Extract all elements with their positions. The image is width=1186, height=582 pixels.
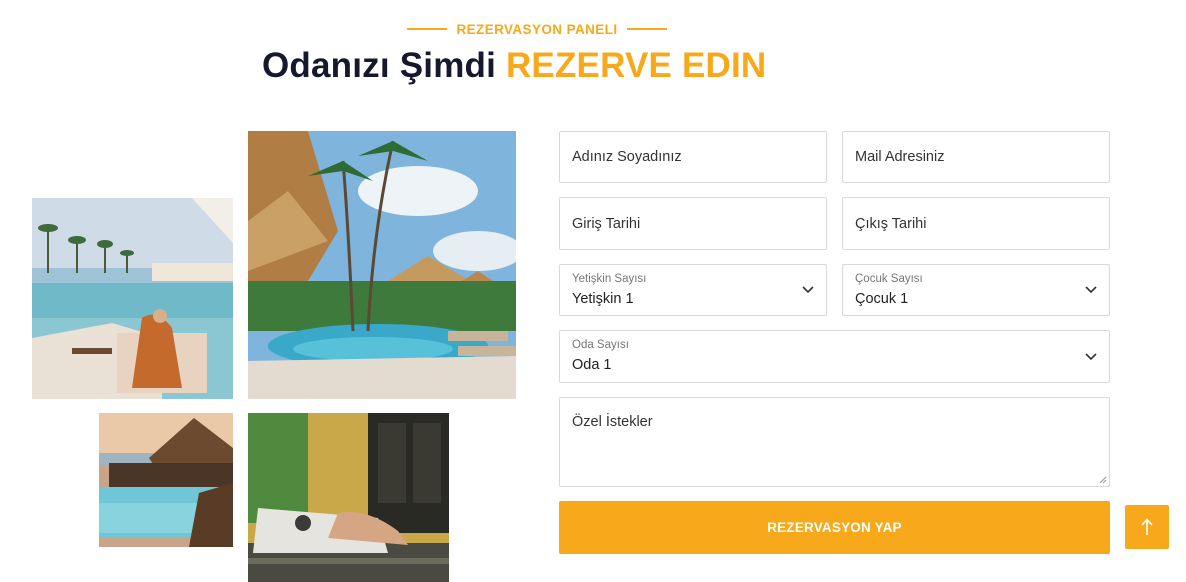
reservation-submit-button[interactable]: REZERVASYON YAP (559, 501, 1110, 554)
page-title-dark: Odanızı Şimdi (262, 46, 497, 85)
beach-pool-photo (32, 198, 233, 399)
rooms-label: Oda Sayısı (572, 339, 629, 351)
email-input[interactable]: Mail Adresiniz (842, 131, 1110, 183)
eyebrow-line-right (627, 28, 668, 30)
eyebrow-line-left (406, 28, 447, 30)
adults-label: Yetişkin Sayısı (572, 273, 647, 285)
arrow-up-icon (1141, 518, 1153, 535)
seaside-pool-photo (99, 413, 233, 547)
checkin-date-input[interactable]: Giriş Tarihi (559, 197, 827, 250)
adults-value: Yetişkin 1 (572, 291, 634, 307)
rooms-value: Oda 1 (572, 357, 612, 373)
checkin-placeholder: Giriş Tarihi (572, 215, 641, 232)
page-title-accent: REZERVE EDIN (505, 46, 767, 85)
email-placeholder: Mail Adresiniz (855, 149, 945, 165)
chevron-down-icon (1085, 352, 1097, 360)
children-value: Çocuk 1 (855, 291, 909, 307)
children-select[interactable]: Çocuk Sayısı Çocuk 1 (842, 264, 1110, 316)
section-eyebrow: REZERVASYON PANELI (400, 20, 674, 38)
special-requests-textarea[interactable]: Özel İstekler (559, 397, 1110, 487)
eyebrow-text: REZERVASYON PANELI (456, 21, 618, 37)
checkout-date-input[interactable]: Çıkış Tarihi (842, 197, 1110, 250)
name-input[interactable]: Adınız Soyadınız (559, 131, 827, 183)
scroll-to-top-button[interactable] (1125, 505, 1169, 549)
name-placeholder: Adınız Soyadınız (572, 149, 682, 165)
checkout-placeholder: Çıkış Tarihi (855, 215, 927, 232)
chevron-down-icon (802, 286, 814, 294)
tropical-resort-pool-photo (248, 131, 516, 399)
page-title: Odanızı Şimdi REZERVE EDIN (262, 44, 766, 88)
special-requests-placeholder: Özel İstekler (572, 414, 653, 430)
children-label: Çocuk Sayısı (855, 273, 923, 285)
sunbathing-terrace-photo (248, 413, 449, 582)
rooms-select[interactable]: Oda Sayısı Oda 1 (559, 330, 1110, 383)
resize-grip-icon[interactable] (1099, 476, 1107, 484)
adults-select[interactable]: Yetişkin Sayısı Yetişkin 1 (559, 264, 827, 316)
chevron-down-icon (1085, 286, 1097, 294)
